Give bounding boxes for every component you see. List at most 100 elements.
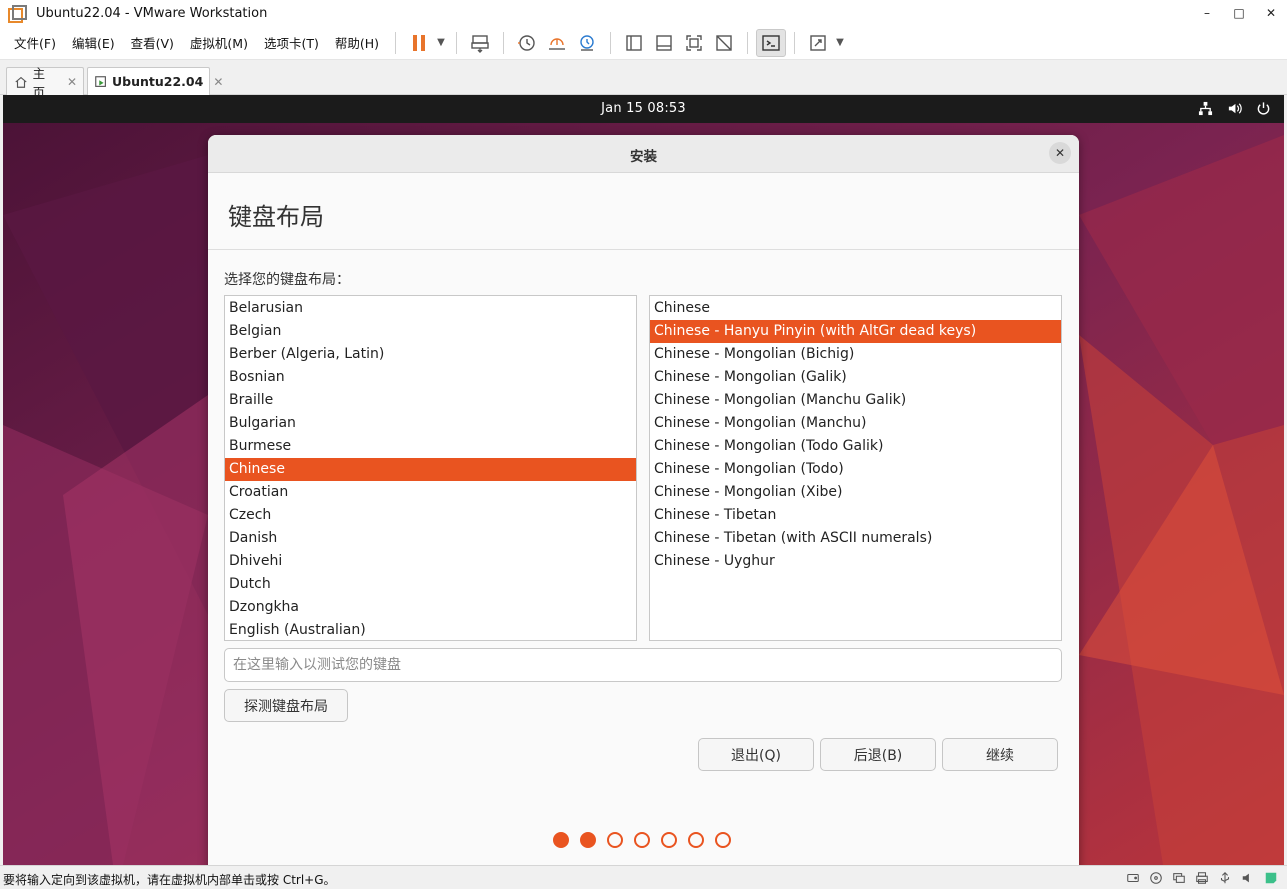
revert-snapshot-icon[interactable] <box>542 29 572 57</box>
step-dot <box>661 832 677 848</box>
step-indicator <box>553 832 731 848</box>
chevron-down-icon[interactable]: ▼ <box>434 29 448 57</box>
clock[interactable]: Jan 15 08:53 <box>3 101 1284 116</box>
tab-label: Ubuntu22.04 <box>112 74 204 89</box>
menu-edit[interactable]: 编辑(E) <box>64 33 123 52</box>
system-tray[interactable] <box>1197 100 1272 117</box>
step-dot <box>688 832 704 848</box>
list-item[interactable]: Braille <box>225 389 636 412</box>
snapshot-icon[interactable] <box>512 29 542 57</box>
send-keys-icon[interactable] <box>465 29 495 57</box>
list-item[interactable]: Chinese - Mongolian (Xibe) <box>650 481 1061 504</box>
list-item[interactable]: English (Australian) <box>225 619 636 640</box>
quit-button[interactable]: 退出(Q) <box>698 738 814 771</box>
list-item[interactable]: Chinese - Tibetan <box>650 504 1061 527</box>
message-log-icon[interactable] <box>1262 869 1279 886</box>
installer-dialog: 安装 ✕ 键盘布局 选择您的键盘布局： Belarusian Belgian B… <box>208 135 1079 865</box>
list-item[interactable]: Chinese - Mongolian (Todo) <box>650 458 1061 481</box>
cd-dvd-icon[interactable] <box>1147 869 1164 886</box>
full-screen-icon[interactable] <box>679 29 709 57</box>
sidebar-toggle-icon[interactable] <box>619 29 649 57</box>
network-adapter-icon[interactable] <box>1170 869 1187 886</box>
tab-home[interactable]: 主页 ✕ <box>6 66 84 100</box>
dialog-title: 安装 <box>630 149 657 165</box>
usb-icon[interactable] <box>1216 869 1233 886</box>
sound-card-icon[interactable] <box>1239 869 1256 886</box>
list-item[interactable]: Chinese - Mongolian (Manchu) <box>650 412 1061 435</box>
unity-mode-icon[interactable] <box>709 29 739 57</box>
pause-icon[interactable] <box>404 29 434 57</box>
window-title: Ubuntu22.04 - VMware Workstation <box>36 5 268 21</box>
toolbar-separator <box>456 31 458 54</box>
keyboard-test-input[interactable] <box>224 648 1062 682</box>
home-icon <box>13 74 29 90</box>
detect-layout-button[interactable]: 探测键盘布局 <box>224 689 348 722</box>
chevron-down-icon[interactable]: ▼ <box>833 29 847 57</box>
thumbnail-bar-icon[interactable] <box>649 29 679 57</box>
console-view-icon[interactable] <box>756 28 787 57</box>
status-message: 要将输入定向到该虚拟机，请在虚拟机内部单击或按 Ctrl+G。 <box>3 873 336 887</box>
toolbar-separator <box>610 31 612 54</box>
list-item[interactable]: Czech <box>225 504 636 527</box>
stretch-guest-icon[interactable] <box>803 29 833 57</box>
back-button[interactable]: 后退(B) <box>820 738 936 771</box>
printer-icon[interactable] <box>1193 869 1210 886</box>
menu-file[interactable]: 文件(F) <box>6 33 64 52</box>
tab-close-icon[interactable]: ✕ <box>213 75 223 89</box>
volume-icon[interactable] <box>1226 100 1243 117</box>
list-item[interactable]: Chinese - Mongolian (Bichig) <box>650 343 1061 366</box>
layout-list-label: 选择您的键盘布局： <box>224 272 350 288</box>
menu-vm[interactable]: 虚拟机(M) <box>182 33 256 52</box>
list-item[interactable]: Chinese <box>650 297 1061 320</box>
list-item-selected[interactable]: Chinese <box>225 458 636 481</box>
title-bar: Ubuntu22.04 - VMware Workstation – □ ✕ <box>0 0 1287 26</box>
menu-view[interactable]: 查看(V) <box>123 33 182 52</box>
list-item[interactable]: Dhivehi <box>225 550 636 573</box>
list-item[interactable]: Bosnian <box>225 366 636 389</box>
list-item[interactable]: Bulgarian <box>225 412 636 435</box>
list-item[interactable]: Chinese - Uyghur <box>650 550 1061 573</box>
list-item[interactable]: Dzongkha <box>225 596 636 619</box>
toolbar-separator <box>794 31 796 54</box>
continue-button[interactable]: 继续 <box>942 738 1058 771</box>
step-dot <box>580 832 596 848</box>
list-item-selected[interactable]: Chinese - Hanyu Pinyin (with AltGr dead … <box>650 320 1061 343</box>
list-item[interactable]: Croatian <box>225 481 636 504</box>
divider <box>208 249 1079 250</box>
menu-tabs[interactable]: 选项卡(T) <box>256 33 327 52</box>
step-dot <box>553 832 569 848</box>
list-item[interactable]: Burmese <box>225 435 636 458</box>
vmware-logo-icon <box>8 5 27 23</box>
list-item[interactable]: Danish <box>225 527 636 550</box>
list-item[interactable]: Dutch <box>225 573 636 596</box>
hard-disk-icon[interactable] <box>1124 869 1141 886</box>
menu-help[interactable]: 帮助(H) <box>327 33 387 52</box>
network-icon[interactable] <box>1197 100 1214 117</box>
power-icon[interactable] <box>1255 100 1272 117</box>
toolbar-separator <box>503 31 505 54</box>
device-icons <box>1124 869 1279 886</box>
minimize-button[interactable]: – <box>1191 0 1223 26</box>
list-item[interactable]: Belarusian <box>225 297 636 320</box>
tab-bar: 主页 ✕ Ubuntu22.04 ✕ <box>0 61 1287 100</box>
snapshot-manager-icon[interactable] <box>572 29 602 57</box>
list-item[interactable]: Berber (Algeria, Latin) <box>225 343 636 366</box>
page-title: 键盘布局 <box>228 203 324 231</box>
tab-close-icon[interactable]: ✕ <box>67 75 77 89</box>
step-dot <box>715 832 731 848</box>
close-window-button[interactable]: ✕ <box>1255 0 1287 26</box>
variant-list[interactable]: Chinese Chinese - Hanyu Pinyin (with Alt… <box>649 295 1062 641</box>
tab-ubuntu[interactable]: Ubuntu22.04 ✕ <box>87 67 223 95</box>
vm-screen[interactable]: Jan 15 08:53 安装 ✕ 键盘布局 选择您的键盘布局： Belarus… <box>3 95 1284 865</box>
list-item[interactable]: Chinese - Mongolian (Galik) <box>650 366 1061 389</box>
list-item[interactable]: Chinese - Tibetan (with ASCII numerals) <box>650 527 1061 550</box>
step-dot <box>634 832 650 848</box>
list-item[interactable]: Chinese - Mongolian (Manchu Galik) <box>650 389 1061 412</box>
list-item[interactable]: Chinese - Mongolian (Todo Galik) <box>650 435 1061 458</box>
list-item[interactable]: Belgian <box>225 320 636 343</box>
maximize-button[interactable]: □ <box>1223 0 1255 26</box>
close-icon[interactable]: ✕ <box>1049 142 1071 164</box>
layout-list[interactable]: Belarusian Belgian Berber (Algeria, Lati… <box>224 295 637 641</box>
step-dot <box>607 832 623 848</box>
toolbar-separator <box>747 31 749 54</box>
